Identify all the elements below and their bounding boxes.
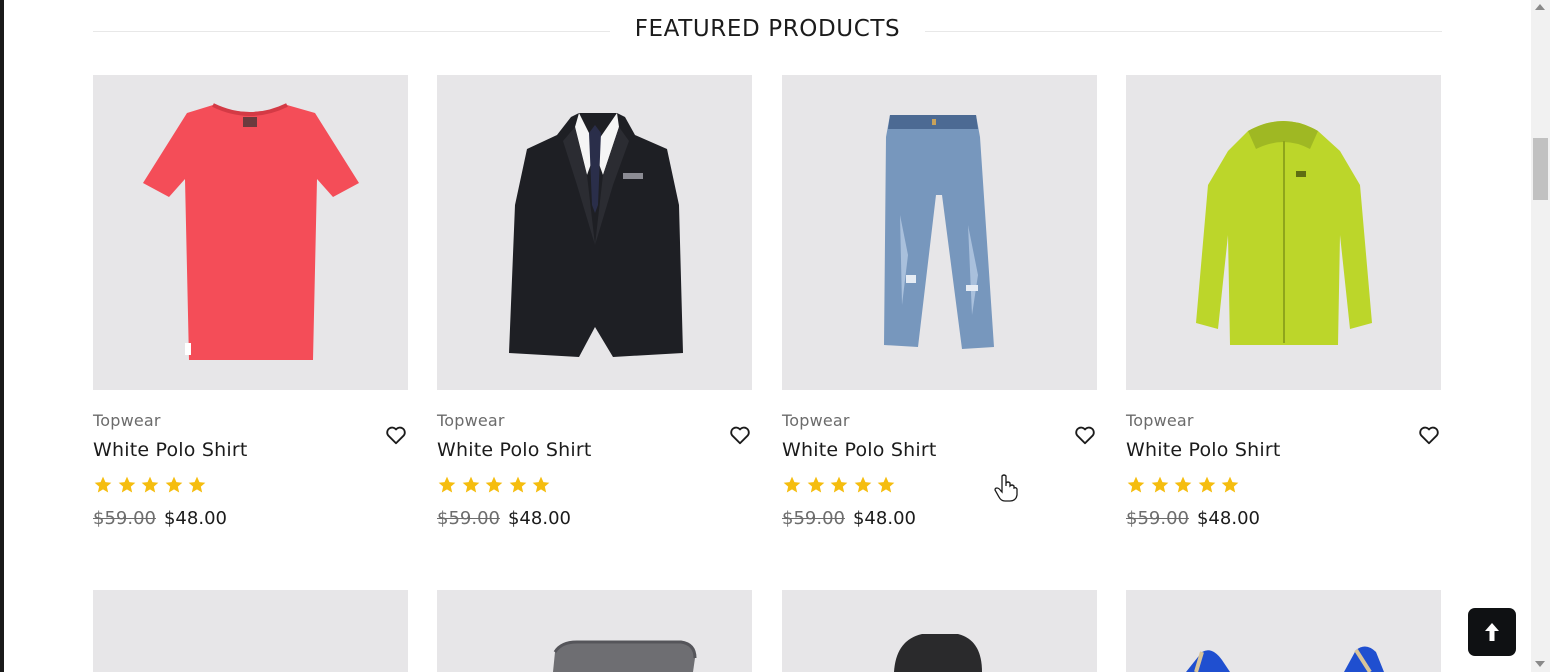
- product-image[interactable]: [782, 75, 1097, 390]
- product-card[interactable]: [1126, 590, 1441, 672]
- product-image[interactable]: [437, 590, 752, 672]
- sale-price: $48.00: [163, 508, 227, 529]
- star-icon: [853, 475, 873, 495]
- star-icon: [437, 475, 457, 495]
- product-image[interactable]: [1126, 75, 1441, 390]
- product-title[interactable]: White Polo Shirt: [782, 439, 936, 461]
- red-tshirt-icon: [143, 103, 359, 360]
- heart-icon[interactable]: [729, 424, 751, 446]
- product-image[interactable]: [437, 75, 752, 390]
- divider-right: [925, 31, 1442, 32]
- product-title[interactable]: White Polo Shirt: [93, 439, 247, 461]
- star-icon: [508, 475, 528, 495]
- product-card[interactable]: [437, 590, 752, 672]
- lime-rain-jacket-icon: [1196, 121, 1372, 345]
- scrollbar-thumb[interactable]: [1533, 138, 1548, 200]
- star-icon: [140, 475, 160, 495]
- back-to-top-button[interactable]: [1468, 608, 1516, 656]
- heart-icon[interactable]: [385, 424, 407, 446]
- window-edge: [0, 0, 4, 672]
- star-icon: [164, 475, 184, 495]
- product-image[interactable]: [1126, 590, 1441, 672]
- rating-stars: [437, 475, 555, 495]
- old-price: $59.00: [93, 508, 156, 529]
- product-card[interactable]: Topwear White Polo Shirt $59.00 $48.00: [1126, 75, 1441, 575]
- rating-stars: [782, 475, 900, 495]
- heart-icon[interactable]: [1418, 424, 1440, 446]
- star-icon: [461, 475, 481, 495]
- star-icon: [1220, 475, 1240, 495]
- star-icon: [93, 475, 113, 495]
- product-category: Topwear: [437, 411, 505, 430]
- star-icon: [117, 475, 137, 495]
- product-card[interactable]: [93, 590, 408, 672]
- scrollbar[interactable]: [1531, 0, 1550, 672]
- product-title[interactable]: White Polo Shirt: [437, 439, 591, 461]
- old-price: $59.00: [782, 508, 845, 529]
- heart-icon[interactable]: [1074, 424, 1096, 446]
- old-price: $59.00: [1126, 508, 1189, 529]
- product-category: Topwear: [93, 411, 161, 430]
- star-icon: [1173, 475, 1193, 495]
- sale-price: $48.00: [852, 508, 916, 529]
- gray-chair-icon: [553, 640, 697, 672]
- star-icon: [806, 475, 826, 495]
- arrow-up-icon: [1485, 623, 1499, 641]
- scroll-down-arrow-icon[interactable]: [1535, 661, 1545, 667]
- product-category: Topwear: [782, 411, 850, 430]
- star-icon: [1150, 475, 1170, 495]
- rating-stars: [1126, 475, 1244, 495]
- black-chair-icon: [894, 634, 982, 672]
- star-icon: [484, 475, 504, 495]
- blue-shoes-icon: [1186, 646, 1384, 672]
- star-icon: [1126, 475, 1146, 495]
- star-icon: [1197, 475, 1217, 495]
- price: $59.00 $48.00: [782, 508, 916, 529]
- star-icon: [187, 475, 207, 495]
- star-icon: [531, 475, 551, 495]
- star-icon: [829, 475, 849, 495]
- product-card[interactable]: Topwear White Polo Shirt $59.00 $48.00: [93, 75, 408, 575]
- product-card[interactable]: Topwear White Polo Shirt $59.00 $48.00: [782, 75, 1097, 575]
- product-image-placeholder[interactable]: [93, 590, 408, 672]
- hand-cursor-icon: [994, 474, 1018, 502]
- price: $59.00 $48.00: [93, 508, 227, 529]
- product-category: Topwear: [1126, 411, 1194, 430]
- product-image[interactable]: [782, 590, 1097, 672]
- price: $59.00 $48.00: [1126, 508, 1260, 529]
- scroll-up-arrow-icon[interactable]: [1535, 4, 1545, 10]
- sale-price: $48.00: [1196, 508, 1260, 529]
- product-card[interactable]: [782, 590, 1097, 672]
- product-image[interactable]: [93, 75, 408, 390]
- star-icon: [782, 475, 802, 495]
- rating-stars: [93, 475, 211, 495]
- product-card[interactable]: Topwear White Polo Shirt $59.00 $48.00: [437, 75, 752, 575]
- section-title: FEATURED PRODUCTS: [634, 16, 901, 42]
- black-suit-jacket-icon: [509, 113, 683, 357]
- blue-jeans-icon: [884, 115, 994, 349]
- section-header: FEATURED PRODUCTS: [93, 12, 1442, 52]
- sale-price: $48.00: [507, 508, 571, 529]
- star-icon: [876, 475, 896, 495]
- old-price: $59.00: [437, 508, 500, 529]
- price: $59.00 $48.00: [437, 508, 571, 529]
- product-title[interactable]: White Polo Shirt: [1126, 439, 1280, 461]
